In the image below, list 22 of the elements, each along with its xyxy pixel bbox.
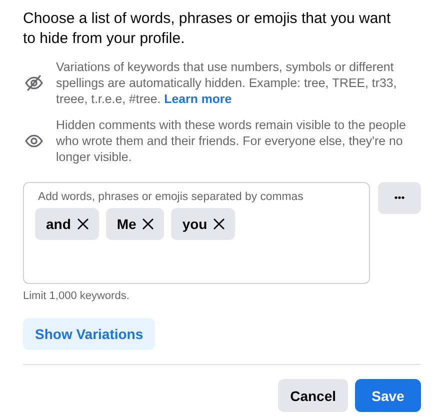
eye-icon	[24, 132, 44, 150]
field-hint: Add words, phrases or emojis separated by commas	[38, 191, 304, 203]
cancel-button[interactable]: Cancel	[278, 379, 348, 412]
close-icon	[76, 218, 89, 230]
keyword-text: and	[46, 216, 71, 232]
keyword-text: Me	[116, 216, 136, 232]
limit-text: Limit 1,000 keywords.	[23, 290, 130, 302]
show-variations-button[interactable]: Show Variations	[23, 318, 156, 350]
close-icon	[213, 218, 226, 230]
more-button[interactable]: •••	[378, 182, 421, 214]
close-icon	[142, 218, 154, 230]
heading: Choose a list of words, phrases or emojis that you want to hide from your profile.	[23, 9, 392, 49]
keyword-text: you	[182, 216, 208, 232]
info-text: Variations of keywords that use numbers, symbols or different spellings are automatically hidden. Example: tree, TREE, tr33, treee, t.r.e.e, #tree. Learn more	[56, 59, 398, 107]
learn-more-link[interactable]: Learn more	[164, 92, 232, 106]
remove-button[interactable]	[213, 218, 226, 230]
remove-button[interactable]	[142, 218, 154, 230]
eye-crossed-icon	[24, 74, 44, 92]
keyword-field[interactable]: Add words, phrases or emojis separated by commas and Me you	[23, 182, 370, 284]
save-button[interactable]: Save	[355, 379, 421, 412]
info-text: Hidden comments with these words remain visible to the people who wrote them and their friends. For everyone else, they're no longer visible.	[56, 117, 407, 165]
remove-button[interactable]	[76, 218, 89, 230]
